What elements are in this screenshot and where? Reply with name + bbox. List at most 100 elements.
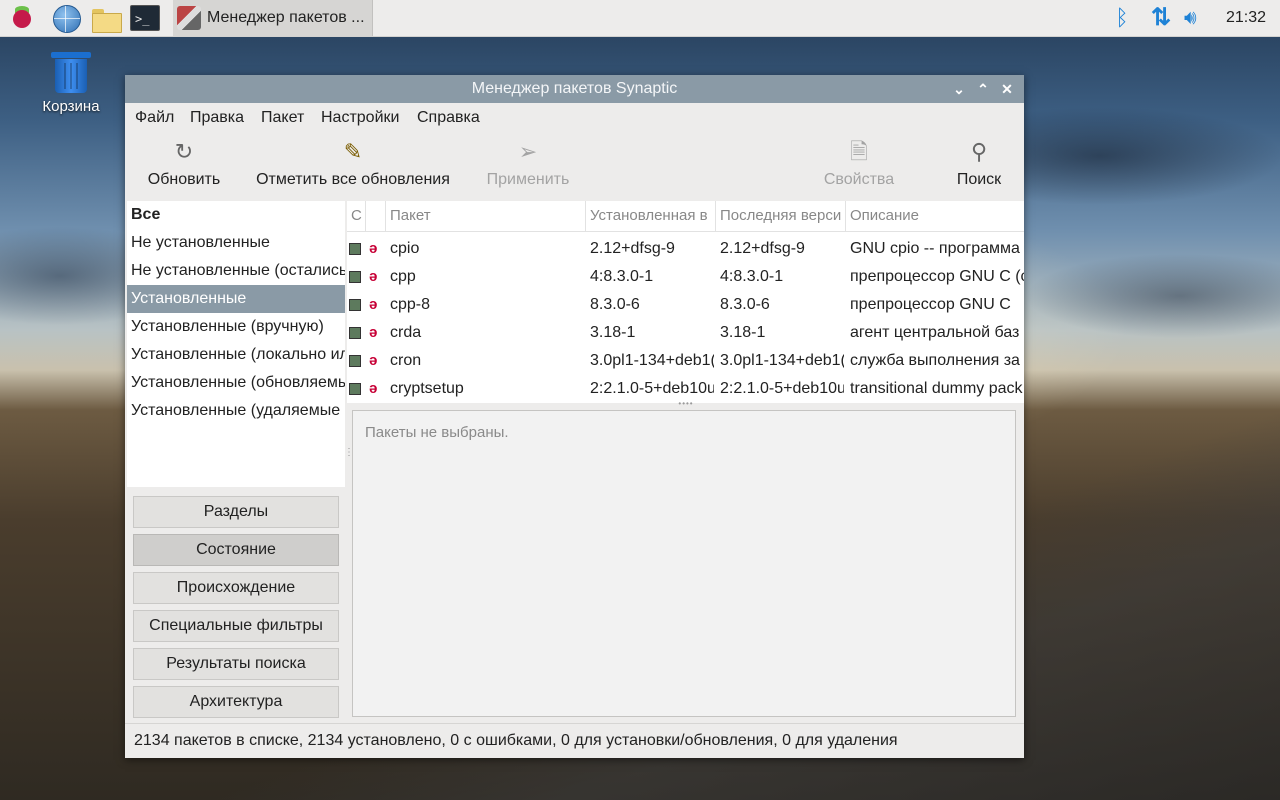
search-button[interactable]: ⚲ Поиск <box>951 133 1007 201</box>
installed-version: 2.12+dfsg-9 <box>590 240 675 257</box>
network-icon[interactable]: ⇅ <box>1147 4 1175 32</box>
apply-button[interactable]: ➢ Применить <box>483 133 573 201</box>
search-icon: ⚲ <box>970 139 988 164</box>
reload-button[interactable]: ↻ Обновить <box>143 133 225 201</box>
status-text: 2134 пакетов в списке, 2134 установлено,… <box>134 732 898 749</box>
menu-file[interactable]: Файл <box>135 109 174 127</box>
installed-checkbox[interactable] <box>349 327 361 339</box>
mark-upgrades-icon: ✎ <box>343 139 363 164</box>
trash-icon <box>51 50 91 94</box>
column-header-description[interactable]: Описание <box>846 201 1024 231</box>
browser-icon[interactable] <box>52 4 81 33</box>
close-icon[interactable]: ✕ <box>997 79 1017 99</box>
package-description: препроцессор GNU C <box>850 296 1011 313</box>
column-header-installed[interactable]: Установленная в <box>586 201 716 231</box>
filter-item[interactable]: Все <box>127 201 345 229</box>
filter-item[interactable]: Установленные (удаляемые <box>127 397 345 425</box>
debian-icon: ə <box>369 268 378 285</box>
table-row[interactable]: ə cpp 4:8.3.0-1 4:8.3.0-1 препроцессор GNU C… <box>347 263 1024 291</box>
installed-checkbox[interactable] <box>349 243 361 255</box>
latest-version: 3.18-1 <box>720 324 766 341</box>
menu-edit[interactable]: Правка <box>190 109 244 127</box>
latest-version: 2:2.1.0-5+deb10u <box>720 380 844 397</box>
package-table: С Пакет Установленная в Последняя верси … <box>347 201 1024 403</box>
mark-all-upgrades-button[interactable]: ✎ Отметить все обновления <box>253 133 453 201</box>
properties-icon: 🗎︎ <box>850 139 868 164</box>
debian-icon: ə <box>369 240 378 257</box>
properties-button[interactable]: 🗎︎ Свойства <box>821 133 897 201</box>
raspberry-menu-icon[interactable] <box>8 4 36 32</box>
volume-icon[interactable]: 🔊︎ <box>1184 4 1214 32</box>
sections-button[interactable]: Разделы <box>133 496 339 528</box>
installed-checkbox[interactable] <box>349 271 361 283</box>
package-name: cpp-8 <box>390 296 431 313</box>
column-header-status[interactable]: С <box>347 201 366 231</box>
table-row[interactable]: ə cron 3.0pl1-134+deb1( 3.0pl1-134+deb1( слу… <box>347 347 1024 375</box>
package-description: служба выполнения за <box>850 352 1020 369</box>
menu-settings[interactable]: Настройки <box>321 109 399 127</box>
package-description: агент центральной баз <box>850 324 1020 341</box>
toolbar: ↻ Обновить ✎ Отметить все обновления ➢ П… <box>125 133 1024 201</box>
installed-version: 3.0pl1-134+deb1( <box>590 352 714 369</box>
column-header-support[interactable] <box>366 201 386 231</box>
trash-label: Корзина <box>42 98 100 115</box>
package-name: cron <box>390 352 422 369</box>
installed-version: 3.18-1 <box>590 324 636 341</box>
package-description: GNU cpio -- программа <box>850 240 1020 257</box>
details-message: Пакеты не выбраны. <box>365 424 509 441</box>
filter-item[interactable]: Установленные (обновляемы <box>127 369 345 397</box>
bluetooth-icon[interactable]: ᛒ <box>1112 4 1132 32</box>
package-name: cpp <box>390 268 416 285</box>
installed-checkbox[interactable] <box>349 355 361 367</box>
installed-checkbox[interactable] <box>349 299 361 311</box>
pane-resize-handle[interactable]: ⋮ <box>344 448 354 474</box>
filter-list: Все Не установленные Не установленные (о… <box>127 201 345 487</box>
apply-label: Применить <box>486 171 570 188</box>
apply-icon: ➢ <box>518 139 538 164</box>
pane-resize-handle-horizontal[interactable]: •••• <box>674 400 698 408</box>
column-header-latest[interactable]: Последняя верси <box>716 201 846 231</box>
installed-checkbox[interactable] <box>349 383 361 395</box>
debian-icon: ə <box>369 324 378 341</box>
latest-version: 3.0pl1-134+deb1( <box>720 352 844 369</box>
debian-icon: ə <box>369 296 378 313</box>
file-manager-icon[interactable] <box>90 4 122 33</box>
table-row[interactable]: ə cpp-8 8.3.0-6 8.3.0-6 препроцессор GNU C <box>347 291 1024 319</box>
window-titlebar[interactable]: Менеджер пакетов Synaptic ⌄ ⌃ ✕ <box>125 75 1024 103</box>
filter-item-selected[interactable]: Установленные <box>127 285 345 313</box>
package-description: препроцессор GNU C (c <box>850 268 1024 285</box>
taskbar-window-label: Менеджер пакетов ... <box>207 9 365 26</box>
table-row[interactable]: ə cpio 2.12+dfsg-9 2.12+dfsg-9 GNU cpio -- п… <box>347 235 1024 263</box>
package-description: transitional dummy pack <box>850 380 1023 397</box>
maximize-icon[interactable]: ⌃ <box>973 79 993 99</box>
latest-version: 4:8.3.0-1 <box>720 268 784 285</box>
origin-button[interactable]: Происхождение <box>133 572 339 604</box>
statusbar: 2134 пакетов в списке, 2134 установлено,… <box>125 723 1024 758</box>
clock[interactable]: 21:32 <box>1226 9 1266 27</box>
header-divider <box>347 231 1024 232</box>
menu-package[interactable]: Пакет <box>261 109 304 127</box>
column-header-package[interactable]: Пакет <box>386 201 586 231</box>
filter-item[interactable]: Не установленные <box>127 229 345 257</box>
search-results-button[interactable]: Результаты поиска <box>133 648 339 680</box>
minimize-icon[interactable]: ⌄ <box>949 79 969 99</box>
debian-icon: ə <box>369 352 378 369</box>
desktop-trash[interactable]: Корзина <box>36 50 106 115</box>
package-name: crda <box>390 324 422 341</box>
table-row[interactable]: ə crda 3.18-1 3.18-1 агент центральной баз <box>347 319 1024 347</box>
architecture-button[interactable]: Архитектура <box>133 686 339 718</box>
synaptic-window: Менеджер пакетов Synaptic ⌄ ⌃ ✕ Файл Пра… <box>125 75 1024 758</box>
installed-version: 2:2.1.0-5+deb10u <box>590 380 714 397</box>
taskbar-window-button[interactable]: Менеджер пакетов ... <box>173 0 373 36</box>
custom-filters-button[interactable]: Специальные фильтры <box>133 610 339 642</box>
debian-icon: ə <box>369 380 378 397</box>
filter-item[interactable]: Установленные (вручную) <box>127 313 345 341</box>
status-button[interactable]: Состояние <box>133 534 339 566</box>
terminal-icon[interactable]: >_ <box>130 4 160 32</box>
menubar: Файл Правка Пакет Настройки Справка <box>125 103 1024 133</box>
menu-help[interactable]: Справка <box>417 109 480 127</box>
filter-item[interactable]: Не установленные (остались <box>127 257 345 285</box>
filter-item[interactable]: Установленные (локально ил <box>127 341 345 369</box>
reload-label: Обновить <box>147 171 221 188</box>
mark-all-label: Отметить все обновления <box>256 171 450 188</box>
